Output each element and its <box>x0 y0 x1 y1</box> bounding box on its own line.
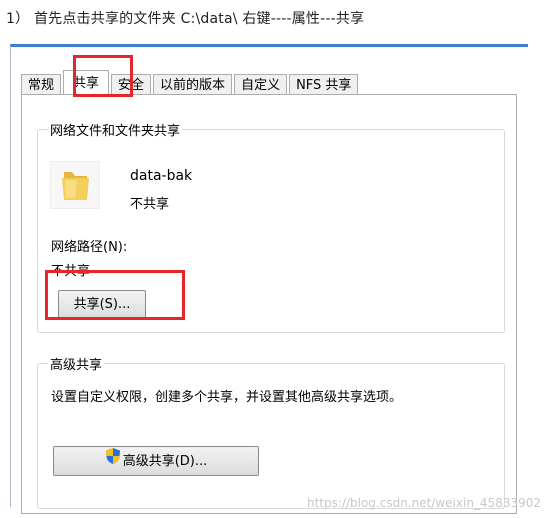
tab-previous-versions[interactable]: 以前的版本 <box>153 74 233 95</box>
tab-general[interactable]: 常规 <box>21 74 62 95</box>
tab-bar: 常规 共享 安全 以前的版本 自定义 NFS 共享 <box>21 69 360 95</box>
advanced-sharing-description: 设置自定义权限，创建多个共享，并设置其他高级共享选项。 <box>51 390 403 405</box>
share-button-highlight-box <box>45 270 185 320</box>
instruction-text: 1） 首先点击共享的文件夹 C:\data\ 右键----属性---共享 <box>6 11 365 27</box>
folder-share-status: 不共享 <box>130 197 170 212</box>
network-path-label: 网络路径(N): <box>51 240 128 255</box>
advanced-sharing-title: 高级共享 <box>48 354 105 373</box>
advanced-sharing-button-label: 高级共享(D)... <box>122 454 208 469</box>
advanced-sharing-button[interactable]: 高级共享(D)... <box>53 446 259 476</box>
network-sharing-title: 网络文件和文件夹共享 <box>48 120 183 139</box>
tab-nfs-sharing[interactable]: NFS 共享 <box>289 74 359 95</box>
advanced-sharing-group: 高级共享 设置自定义权限，创建多个共享，并设置其他高级共享选项。 高级共享(D)… <box>37 354 505 509</box>
folder-icon <box>50 161 100 209</box>
watermark: https://blog.csdn.net/weixin_45833902 <box>306 496 541 510</box>
folder-name: data-bak <box>130 168 193 184</box>
uac-shield-icon <box>105 447 121 476</box>
tab-customize[interactable]: 自定义 <box>234 74 288 95</box>
tab-highlight-box <box>73 55 133 97</box>
